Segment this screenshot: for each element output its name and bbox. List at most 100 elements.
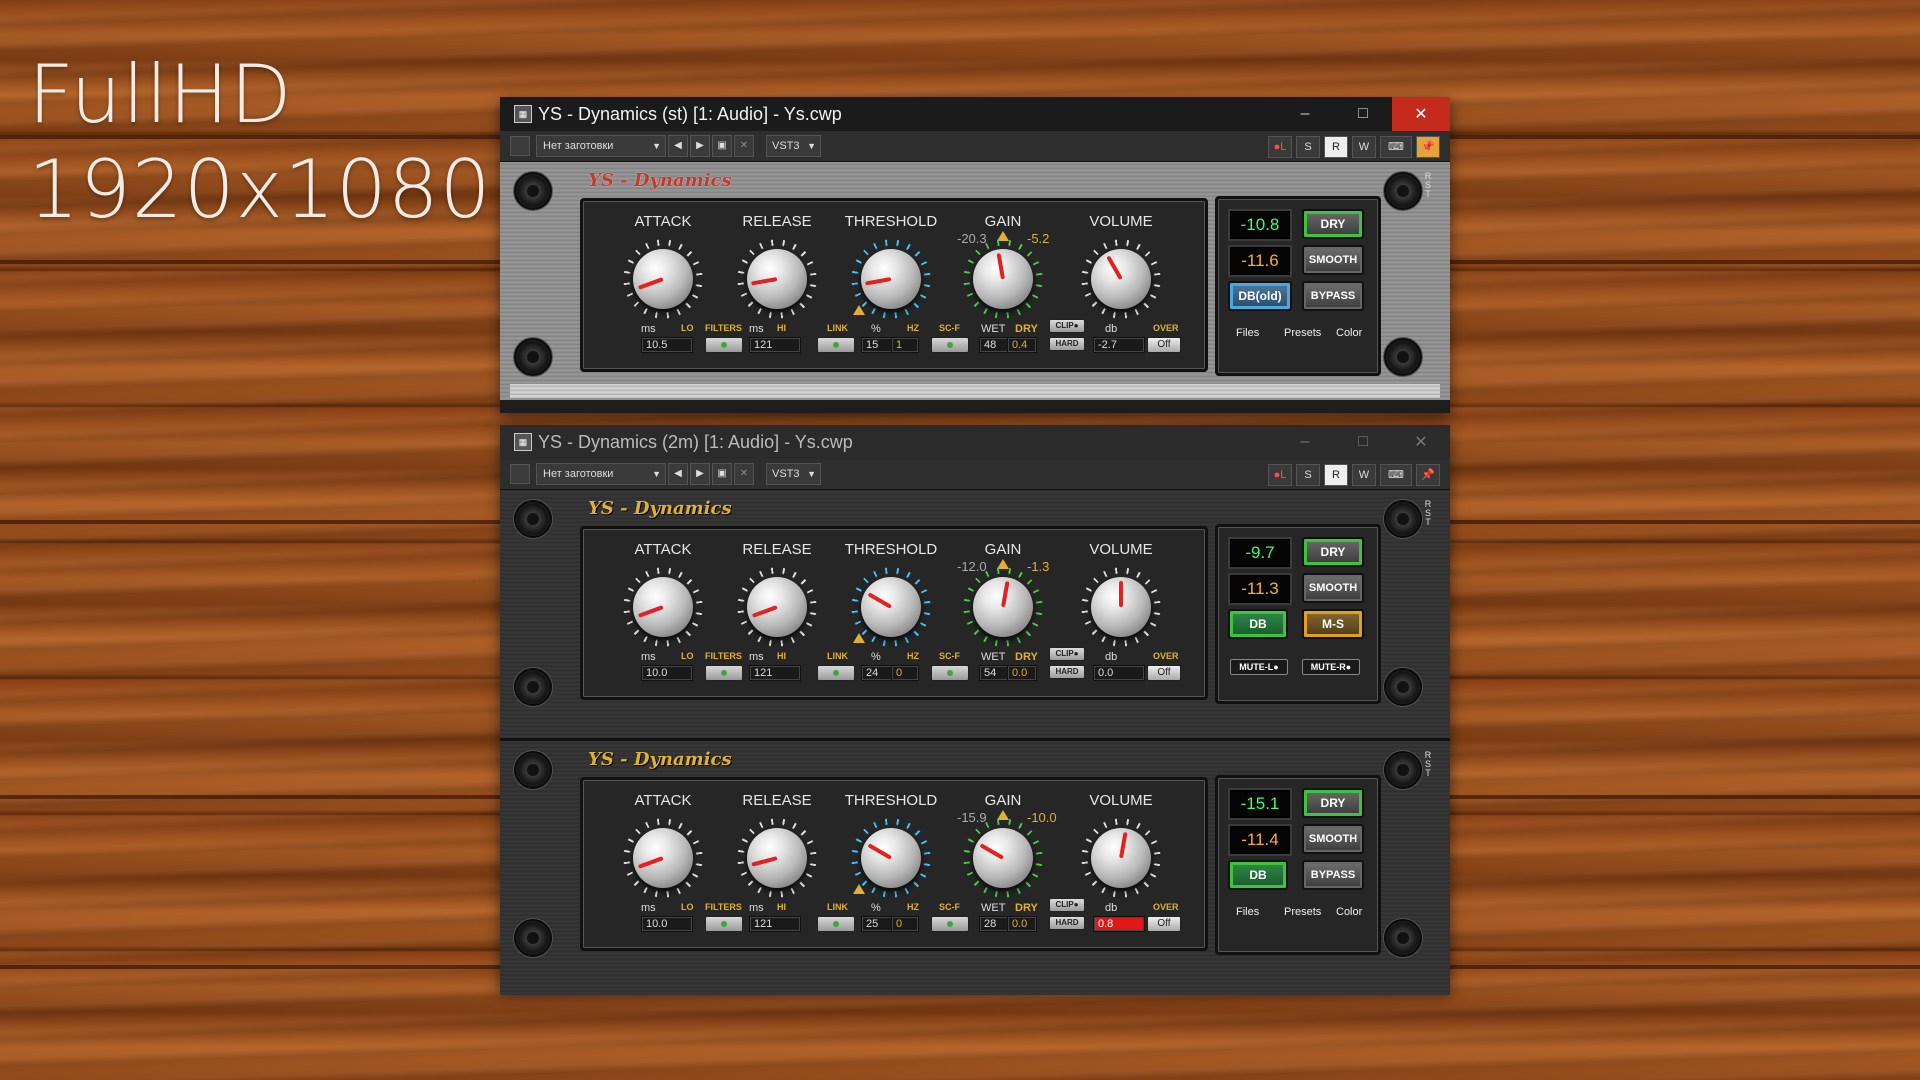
db-button[interactable]: DB [1228,609,1288,639]
attack-knob[interactable] [623,239,703,319]
bypass-button[interactable]: BYPASS [1302,860,1364,890]
title-bar[interactable]: ▦ YS - Dynamics (st) [1: Audio] - Ys.cwp… [500,97,1450,131]
toggle-s[interactable]: S [1296,464,1320,486]
plugin-panel: YS - Dynamics RST ATTACK ms LO 10.5 FILT… [500,162,1450,400]
prev-preset-button[interactable]: ◀ [668,463,688,485]
ms-button[interactable]: M-S [1302,609,1364,639]
attack-knob[interactable] [623,567,703,647]
threshold-value[interactable]: 15 [861,337,893,353]
toggle-s[interactable]: S [1296,136,1320,158]
meter-readout-1: -9.7 [1228,537,1292,569]
toggle-r[interactable]: R [1324,464,1348,486]
toggle-w[interactable]: W [1352,136,1376,158]
release-value[interactable]: 121 [749,665,801,681]
app-icon: ▦ [514,433,532,451]
unit-label: WET [981,323,1006,335]
unit-label: LO [681,651,694,661]
toggle-r[interactable]: R [1324,136,1348,158]
dry-value[interactable]: 0.0 [1007,665,1037,681]
threshold-hz-value[interactable]: 1 [891,337,919,353]
save-preset-button[interactable]: ▣ [712,135,732,157]
attack-value[interactable]: 10.0 [641,916,693,932]
release-knob[interactable] [737,818,817,898]
files-button[interactable]: Files [1236,906,1259,918]
maximize-button[interactable]: □ [1334,425,1392,459]
threshold-hz-value[interactable]: 0 [891,916,919,932]
plugin-format-select[interactable]: VST3 ▼ [766,135,821,157]
presets-button[interactable]: Presets [1284,327,1321,339]
dry-button[interactable]: DRY [1302,788,1364,818]
volume-knob[interactable] [1081,239,1161,319]
db-button[interactable]: DB [1228,860,1288,890]
prev-preset-button[interactable]: ◀ [668,135,688,157]
release-value[interactable]: 121 [749,337,801,353]
keyboard-icon[interactable]: ⌨ [1380,136,1412,158]
pin-icon[interactable]: 📌 [1416,136,1440,158]
delete-preset-button[interactable]: ✕ [734,135,754,157]
record-button[interactable]: ●L [1268,136,1292,158]
plugin-format-select[interactable]: VST3 ▼ [766,463,821,485]
preset-select[interactable]: Нет заготовки ▼ [536,135,666,157]
attack-value[interactable]: 10.5 [641,337,693,353]
wet-value[interactable]: 28 [979,916,1009,932]
dry-value[interactable]: 0.0 [1007,916,1037,932]
next-preset-button[interactable]: ▶ [690,463,710,485]
keyboard-icon[interactable]: ⌨ [1380,464,1412,486]
mute-left-button[interactable]: MUTE-L● [1230,659,1288,675]
threshold-value[interactable]: 24 [861,665,893,681]
volume-value[interactable]: 0.8 [1093,916,1145,932]
attack-knob[interactable] [623,818,703,898]
over-toggle[interactable]: Off [1147,665,1181,681]
volume-knob[interactable] [1081,818,1161,898]
smooth-button[interactable]: SMOOTH [1302,573,1364,603]
close-button[interactable]: ✕ [1392,97,1450,131]
files-button[interactable]: Files [1236,327,1259,339]
close-button[interactable]: ✕ [1392,425,1450,459]
host-toolbar: Нет заготовки ▼ ◀ ▶ ▣ ✕ VST3 ▼ ●L S R W ⌨ … [500,131,1450,162]
gain-knob[interactable] [963,567,1043,647]
menu-button[interactable] [510,464,530,484]
over-toggle[interactable]: Off [1147,916,1181,932]
db-old-button[interactable]: DB(old) [1228,281,1292,311]
title-bar[interactable]: ▦ YS - Dynamics (2m) [1: Audio] - Ys.cwp… [500,425,1450,459]
minimize-button[interactable]: – [1276,97,1334,131]
minimize-button[interactable]: – [1276,425,1334,459]
volume-value[interactable]: -2.7 [1093,337,1145,353]
volume-value[interactable]: 0.0 [1093,665,1145,681]
bypass-button[interactable]: BYPASS [1302,281,1364,311]
over-toggle[interactable]: Off [1147,337,1181,353]
release-value[interactable]: 121 [749,916,801,932]
save-preset-button[interactable]: ▣ [712,463,732,485]
unit-label: HI [777,902,786,912]
threshold-hz-value[interactable]: 0 [891,665,919,681]
delete-preset-button[interactable]: ✕ [734,463,754,485]
attack-value[interactable]: 10.0 [641,665,693,681]
pin-icon[interactable]: 📌 [1416,464,1440,486]
smooth-button[interactable]: SMOOTH [1302,824,1364,854]
preset-select[interactable]: Нет заготовки ▼ [536,463,666,485]
chevron-down-icon: ▼ [652,141,661,151]
dry-value[interactable]: 0.4 [1007,337,1037,353]
record-button[interactable]: ●L [1268,464,1292,486]
wet-value[interactable]: 54 [979,665,1009,681]
dry-button[interactable]: DRY [1302,209,1364,239]
gain-knob[interactable] [963,239,1043,319]
toggle-w[interactable]: W [1352,464,1376,486]
mute-right-button[interactable]: MUTE-R● [1302,659,1360,675]
smooth-button[interactable]: SMOOTH [1302,245,1364,275]
presets-button[interactable]: Presets [1284,906,1321,918]
chevron-down-icon: ▼ [652,469,661,479]
gain-knob[interactable] [963,818,1043,898]
release-knob[interactable] [737,567,817,647]
wet-value[interactable]: 48 [979,337,1009,353]
maximize-button[interactable]: □ [1334,97,1392,131]
color-button[interactable]: Color [1336,327,1362,339]
threshold-value[interactable]: 25 [861,916,893,932]
dry-button[interactable]: DRY [1302,537,1364,567]
color-button[interactable]: Color [1336,906,1362,918]
volume-knob[interactable] [1081,567,1161,647]
next-preset-button[interactable]: ▶ [690,135,710,157]
release-knob[interactable] [737,239,817,319]
menu-button[interactable] [510,136,530,156]
unit-label: WET [981,651,1006,663]
